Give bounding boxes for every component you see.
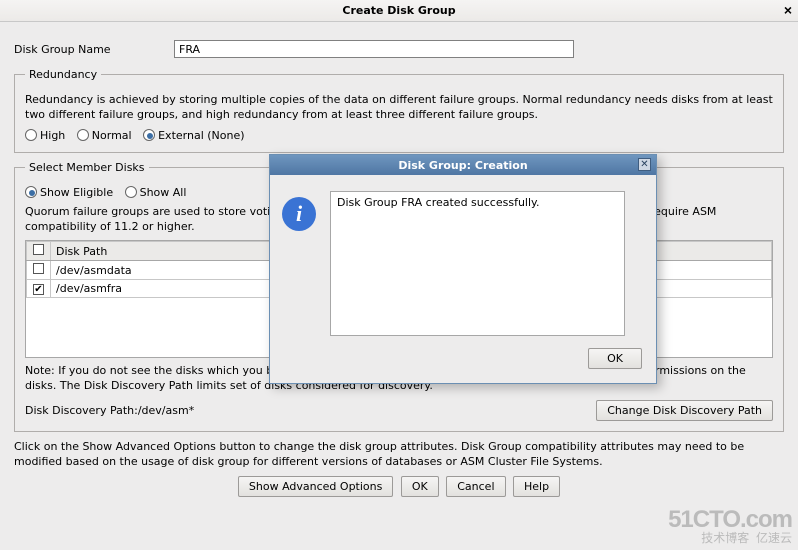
- dialog-footer: OK: [270, 342, 656, 383]
- redundancy-external-label: External (None): [158, 129, 244, 142]
- dialog-titlebar: Disk Group: Creation ✕: [270, 155, 656, 175]
- disk-group-name-input[interactable]: [174, 40, 574, 58]
- radio-icon: [125, 186, 137, 198]
- dialog-close-icon[interactable]: ✕: [638, 158, 651, 171]
- redundancy-fieldset: Redundancy Redundancy is achieved by sto…: [14, 68, 784, 153]
- radio-icon: [143, 129, 155, 141]
- redundancy-description: Redundancy is achieved by storing multip…: [25, 93, 773, 123]
- radio-icon: [25, 129, 37, 141]
- dialog-message: Disk Group FRA created successfully.: [337, 196, 539, 209]
- redundancy-high-label: High: [40, 129, 65, 142]
- disk-group-name-label: Disk Group Name: [14, 43, 174, 56]
- dialog-title: Disk Group: Creation: [398, 159, 527, 172]
- close-icon[interactable]: ×: [784, 2, 792, 18]
- creation-dialog: Disk Group: Creation ✕ i Disk Group FRA …: [269, 154, 657, 384]
- watermark-sub1: 技术博客: [701, 531, 749, 545]
- discovery-row: Disk Discovery Path:/dev/asm* Change Dis…: [25, 400, 773, 421]
- help-button[interactable]: Help: [513, 476, 560, 497]
- dialog-message-box: Disk Group FRA created successfully.: [330, 191, 625, 336]
- dialog-ok-button[interactable]: OK: [588, 348, 642, 369]
- dialog-body: i Disk Group FRA created successfully.: [270, 175, 656, 342]
- checkbox-icon: [33, 244, 44, 255]
- checkbox-icon[interactable]: [33, 263, 44, 274]
- window-title: Create Disk Group: [342, 4, 455, 17]
- show-all[interactable]: Show All: [125, 186, 187, 199]
- info-icon: i: [282, 197, 316, 231]
- redundancy-external[interactable]: External (None): [143, 129, 244, 142]
- radio-icon: [25, 186, 37, 198]
- window-titlebar: Create Disk Group ×: [0, 0, 798, 22]
- disk-group-name-row: Disk Group Name: [14, 40, 784, 58]
- redundancy-high[interactable]: High: [25, 129, 65, 142]
- ok-button[interactable]: OK: [401, 476, 439, 497]
- show-eligible[interactable]: Show Eligible: [25, 186, 113, 199]
- redundancy-legend: Redundancy: [25, 68, 101, 81]
- discovery-path-label: Disk Discovery Path:/dev/asm*: [25, 404, 194, 417]
- redundancy-options: High Normal External (None): [25, 129, 773, 142]
- show-all-label: Show All: [140, 186, 187, 199]
- watermark-sub2: 亿速云: [756, 531, 792, 545]
- redundancy-normal[interactable]: Normal: [77, 129, 132, 142]
- show-advanced-options-button[interactable]: Show Advanced Options: [238, 476, 393, 497]
- member-disks-legend: Select Member Disks: [25, 161, 149, 174]
- show-eligible-label: Show Eligible: [40, 186, 113, 199]
- footer-buttons: Show Advanced Options OK Cancel Help: [14, 476, 784, 497]
- header-checkbox-cell[interactable]: [27, 242, 51, 261]
- watermark: 51CTO.com 技术博客 亿速云: [668, 508, 792, 544]
- checkbox-icon[interactable]: ✔: [33, 284, 44, 295]
- radio-icon: [77, 129, 89, 141]
- cancel-button[interactable]: Cancel: [446, 476, 505, 497]
- watermark-big: 51CTO.com: [668, 508, 792, 532]
- advanced-options-note: Click on the Show Advanced Options butto…: [14, 440, 784, 470]
- redundancy-normal-label: Normal: [92, 129, 132, 142]
- change-discovery-path-button[interactable]: Change Disk Discovery Path: [596, 400, 773, 421]
